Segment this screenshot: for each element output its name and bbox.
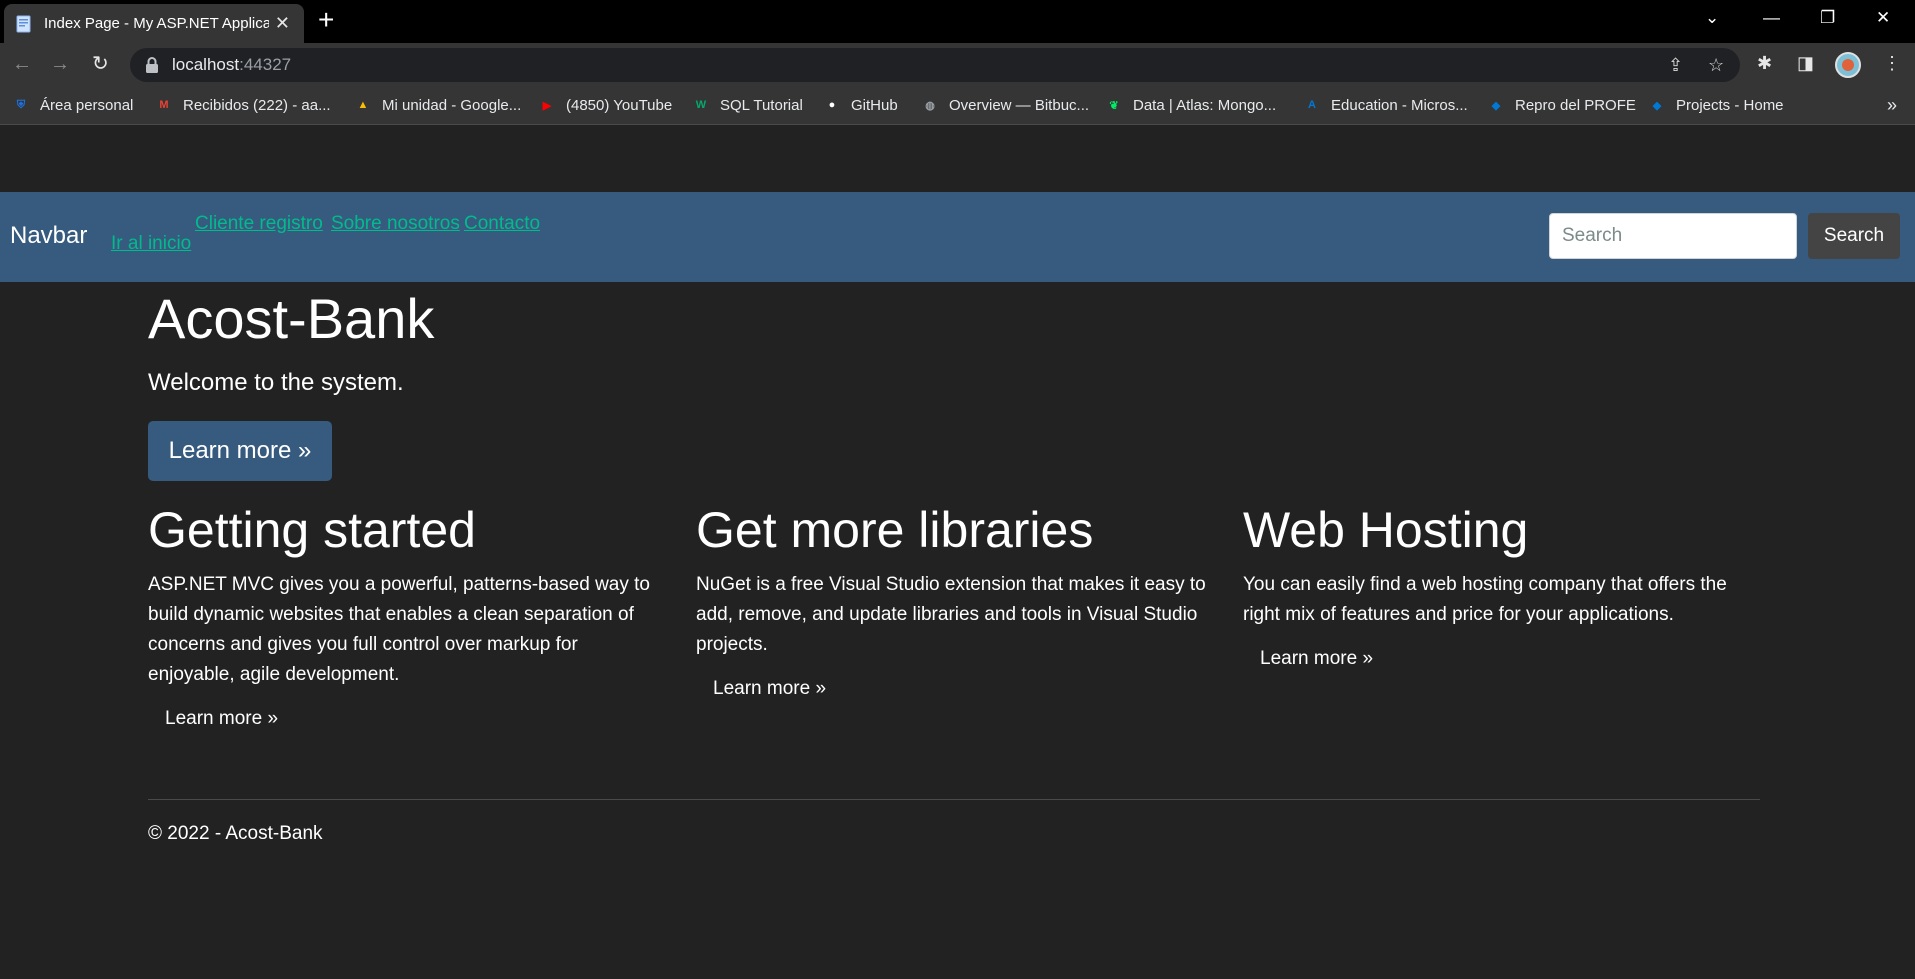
web-page: Navbar Ir al inicio Cliente registro Sob… [0,126,1915,979]
bookmark-label: Mi unidad - Google... [382,96,522,114]
mongodb-icon: ❦ [1109,99,1119,112]
bookmark-item[interactable]: ◆ Repro del PROFE [1487,96,1636,114]
bookmark-item[interactable]: ◆ Projects - Home [1648,96,1784,114]
bookmark-label: SQL Tutorial [720,96,803,114]
page-title: Acost-Bank [148,287,435,350]
nav-link-contact[interactable]: Contacto [464,213,540,235]
azure-devops-icon: ◆ [1652,99,1662,112]
nav-link-client-register[interactable]: Cliente registro [195,213,323,235]
bookmark-item[interactable]: ◍ Overview — Bitbuc... [921,96,1089,114]
reload-icon[interactable]: ↻ [92,53,109,75]
lock-icon [145,57,159,73]
bookmark-label: Recibidos (222) - aa... [183,96,331,114]
page-favicon-icon [16,15,32,33]
bookmark-label: Education - Micros... [1331,96,1468,114]
profile-avatar[interactable] [1835,52,1861,78]
side-panel-icon[interactable]: ◨ [1797,53,1814,74]
bookmark-item[interactable]: ▲ Mi unidad - Google... [354,96,522,114]
column-title: Get more libraries [696,502,1094,558]
azure-devops-icon: ◆ [1491,99,1501,112]
bookmark-item[interactable]: ❦ Data | Atlas: Mongo... [1105,96,1276,114]
address-bar[interactable]: localhost:44327 ⇪ ☆ [130,48,1740,82]
nav-link-about[interactable]: Sobre nosotros [331,213,460,235]
footer-text: © 2022 - Acost-Bank [148,823,323,844]
github-icon: ● [828,99,836,111]
column-web-hosting: Web Hosting You can easily find a web ho… [1243,500,1763,670]
footer-divider [148,799,1760,800]
browser-tabstrip: Index Page - My ASP.NET Application ✕ + … [0,0,1915,43]
close-window-icon[interactable]: ✕ [1876,8,1890,28]
azure-icon: A [1308,99,1316,111]
bookmark-item[interactable]: ▶ (4850) YouTube [538,96,672,114]
back-icon[interactable]: ← [12,53,32,75]
column-text: ASP.NET MVC gives you a powerful, patter… [148,574,650,685]
bookmark-label: Repro del PROFE [1515,96,1636,114]
column-text: NuGet is a free Visual Studio extension … [696,574,1206,655]
menu-kebab-icon[interactable]: ⋮ [1883,53,1901,74]
search-input[interactable] [1549,213,1797,259]
bookmark-label: Overview — Bitbuc... [949,96,1090,114]
bookmark-item[interactable]: M Recibidos (222) - aa... [155,96,331,114]
bookmark-item[interactable]: ● GitHub [823,96,898,114]
column-learn-more-link[interactable]: Learn more » [1260,648,1373,670]
browser-tab[interactable]: Index Page - My ASP.NET Application ✕ [4,4,304,43]
bookmark-label: Data | Atlas: Mongo... [1133,96,1277,114]
column-getting-started: Getting started ASP.NET MVC gives you a … [148,500,668,730]
search-button[interactable]: Search [1808,213,1900,259]
bookmark-item[interactable]: W SQL Tutorial [692,96,803,114]
globe-icon: ◍ [925,99,935,112]
column-learn-more-link[interactable]: Learn more » [713,678,826,700]
url-text: localhost:44327 [172,55,292,74]
tab-title: Index Page - My ASP.NET Application [44,15,269,32]
nav-link-home[interactable]: Ir al inicio [111,233,191,255]
hero-lead: Welcome to the system. [148,369,404,396]
share-icon[interactable]: ⇪ [1668,55,1683,76]
bookmark-label: (4850) YouTube [566,96,673,114]
star-icon[interactable]: ☆ [1708,55,1724,76]
gmail-icon: M [159,99,169,111]
column-title: Getting started [148,502,476,558]
restore-icon[interactable]: ❐ [1820,8,1835,28]
learn-more-button[interactable]: Learn more » [148,421,332,481]
extensions-puzzle-icon[interactable]: ✱ [1757,53,1772,74]
forward-icon[interactable]: → [50,53,70,75]
tab-search-chevron-icon[interactable]: ⌄ [1705,8,1719,28]
bookmark-label: Área personal [40,96,134,114]
youtube-icon: ▶ [542,99,552,112]
new-tab-icon[interactable]: + [318,6,334,34]
bookmark-label: GitHub [851,96,898,114]
navbar-brand[interactable]: Navbar [10,222,87,250]
bookmark-item[interactable]: A Education - Micros... [1303,96,1468,114]
w3schools-icon: W [695,99,707,111]
site-navbar: Navbar Ir al inicio Cliente registro Sob… [0,192,1915,282]
column-title: Web Hosting [1243,502,1529,558]
column-learn-more-link[interactable]: Learn more » [165,708,278,730]
close-tab-icon[interactable]: ✕ [275,14,290,32]
bookmark-item[interactable]: ⛨ Área personal [12,96,134,114]
column-text: You can easily find a web hosting compan… [1243,574,1727,625]
column-get-more-libraries: Get more libraries NuGet is a free Visua… [696,500,1216,700]
google-drive-icon: ▲ [357,99,369,111]
bookmarks-bar: ⛨ Área personal M Recibidos (222) - aa... ▲ M… [0,87,1915,125]
minimize-icon[interactable]: — [1763,8,1780,28]
shield-icon: ⛨ [16,98,26,111]
browser-toolbar: ← → ↻ localhost:44327 ⇪ ☆ ✱ ◨ ⋮ [0,43,1915,87]
bookmark-label: Projects - Home [1676,96,1784,114]
bookmarks-overflow-icon[interactable]: » [1887,95,1897,116]
